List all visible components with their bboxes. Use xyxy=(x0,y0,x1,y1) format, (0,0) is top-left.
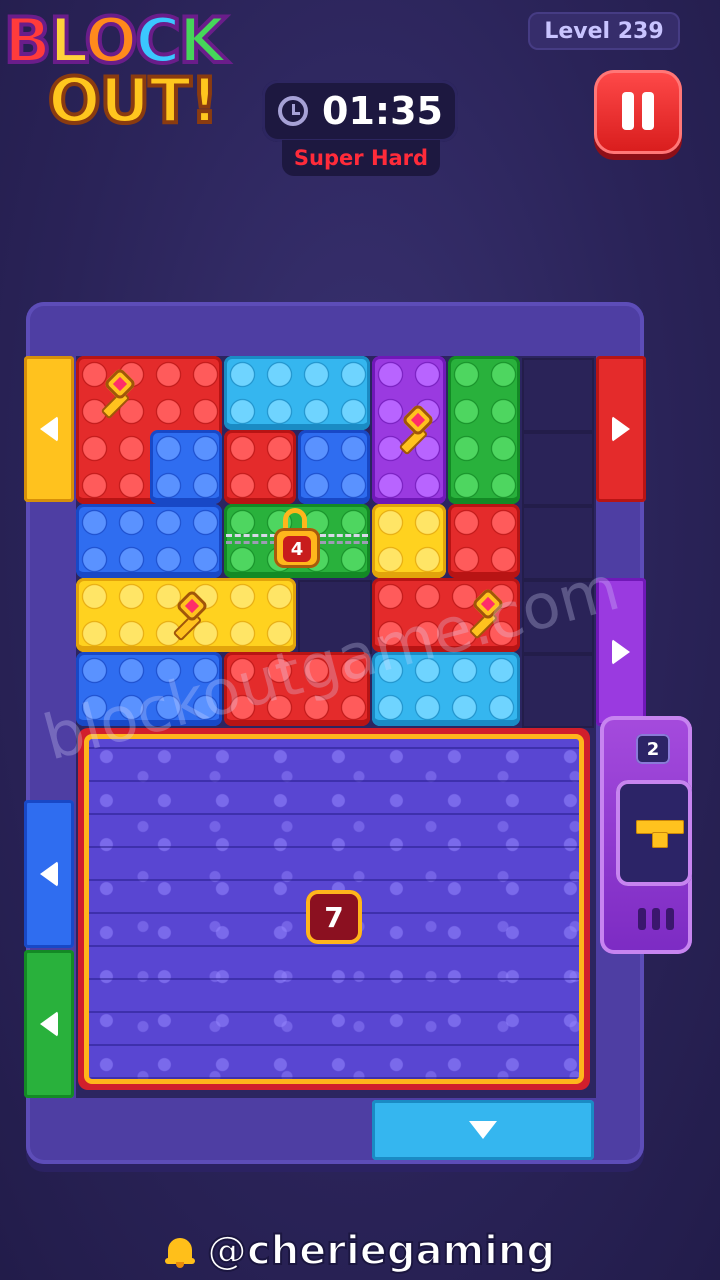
logo-word-out: OUT! xyxy=(46,64,221,137)
logo-word-block: BLOCK xyxy=(2,4,229,77)
lego-block-blue[interactable] xyxy=(76,504,222,578)
pause-icon-bar xyxy=(642,92,654,130)
empty-cell xyxy=(522,358,594,432)
dispenser-slot xyxy=(638,908,646,930)
handle-text: @cheriegaming xyxy=(206,1227,556,1275)
key-icon xyxy=(390,403,435,456)
game-logo: BLOCK OUT! xyxy=(0,0,270,160)
creator-handle: @cheriegaming xyxy=(0,1226,720,1276)
padlock-icon: 4 xyxy=(274,508,320,568)
pause-button[interactable] xyxy=(594,70,682,154)
dispenser-slot xyxy=(666,908,674,930)
dispenser-count: 2 xyxy=(636,734,670,764)
bell-icon xyxy=(164,1234,195,1268)
clock-icon xyxy=(278,96,308,126)
lego-block-yellow-small[interactable] xyxy=(372,504,446,578)
exit-gate-green-left xyxy=(24,950,74,1098)
timer-panel: 01:35 xyxy=(262,80,458,142)
t-piece-stem xyxy=(652,832,668,848)
arrow-right-icon xyxy=(612,639,630,665)
exit-gate-cyan-bottom xyxy=(372,1100,594,1160)
key-icon xyxy=(164,589,209,642)
lego-block-red-small[interactable] xyxy=(224,430,296,504)
pause-icon xyxy=(622,92,634,130)
arrow-right-icon xyxy=(612,416,630,442)
arrow-left-icon xyxy=(40,416,58,442)
difficulty-label: Super Hard xyxy=(282,140,440,176)
empty-cell xyxy=(522,432,594,506)
lock-count: 4 xyxy=(283,536,311,562)
arrow-down-icon xyxy=(469,1121,497,1139)
lego-block-blue-part[interactable] xyxy=(150,430,222,504)
dispenser-slot xyxy=(652,908,660,930)
level-badge: Level 239 xyxy=(528,12,680,50)
exit-gate-yellow-left xyxy=(24,356,74,502)
arrow-left-icon xyxy=(40,861,58,887)
chain-right xyxy=(320,534,368,544)
frozen-counter: 7 xyxy=(306,890,362,944)
dispenser-preview xyxy=(616,780,692,886)
lego-block-green[interactable] xyxy=(448,356,520,504)
lego-block-cyan[interactable] xyxy=(224,356,370,430)
timer-value: 01:35 xyxy=(322,89,443,133)
lego-block-red-top[interactable] xyxy=(448,504,520,578)
lego-block-blue-small[interactable] xyxy=(298,430,370,504)
exit-gate-red-right xyxy=(596,356,646,502)
arrow-left-icon xyxy=(40,1011,58,1037)
chain-left xyxy=(226,534,276,544)
exit-gate-blue-left xyxy=(24,800,74,948)
empty-cell xyxy=(522,654,594,728)
key-icon xyxy=(92,367,137,420)
